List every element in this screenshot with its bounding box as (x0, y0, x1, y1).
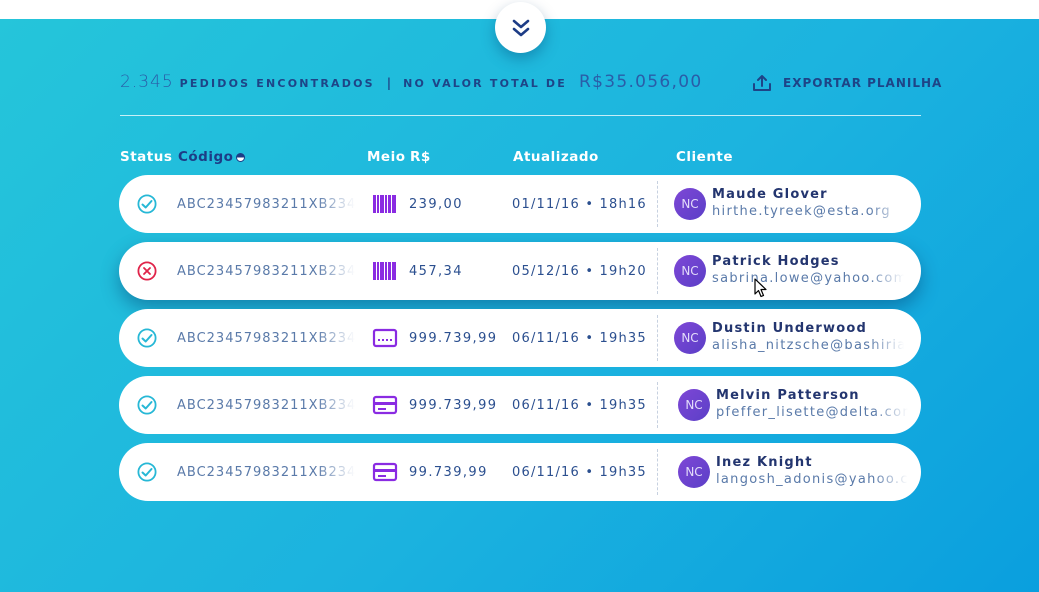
order-amount: 99.739,99 (409, 465, 488, 480)
table-row[interactable]: ABC23457983211XB234 999.739,99 06/11/16 • … (119, 376, 921, 434)
avatar: NC (674, 255, 706, 287)
order-code: ABC23457983211XB234 (177, 331, 355, 346)
check-circle-icon (137, 194, 157, 214)
table-row[interactable]: ABC23457983211XB234 239,00 01/11/16 • 18h1… (119, 175, 921, 233)
sort-indicator-icon (236, 152, 246, 162)
export-spreadsheet-button[interactable]: EXPORTAR PLANILHA (752, 74, 942, 92)
barcode-icon (372, 259, 398, 283)
client-email: langosh_adonis@yahoo.com (716, 472, 908, 487)
export-label: EXPORTAR PLANILHA (783, 76, 943, 90)
order-updated: 05/12/16 • 19h20 (512, 264, 647, 279)
total-value-label: NO VALOR TOTAL DE (403, 77, 567, 90)
check-circle-icon (137, 328, 157, 348)
summary-divider (120, 115, 921, 116)
credit-card-icon (372, 393, 398, 417)
page-background (0, 19, 1039, 592)
table-row[interactable]: ABC23457983211XB234 99.739,99 06/11/16 • 1… (119, 443, 921, 501)
orders-count: 2.345 (120, 72, 174, 92)
order-amount: 239,00 (409, 197, 463, 212)
order-amount: 999.739,99 (409, 398, 498, 413)
row-divider (657, 181, 658, 227)
header-code-label: Código (178, 149, 234, 165)
order-updated: 01/11/16 • 18h16 (512, 197, 647, 212)
row-divider (657, 315, 658, 361)
client-name: Patrick Hodges (712, 254, 840, 269)
client-email: alisha_nitzsche@bashirian.com (712, 338, 904, 353)
summary-separator: | (386, 76, 392, 90)
credit-card-icon (372, 460, 398, 484)
client-email: pfeffer_lisette@delta.com (716, 405, 908, 420)
order-code: ABC23457983211XB234 (177, 465, 355, 480)
barcode-icon (372, 192, 398, 216)
client-name: Dustin Underwood (712, 321, 867, 336)
orders-found-label: PEDIDOS ENCONTRADOS (179, 77, 375, 90)
header-code[interactable]: Código (178, 149, 246, 165)
table-row[interactable]: ABC23457983211XB234 999.739,99 06/11/16 • … (119, 309, 921, 367)
client-name: Maude Glover (712, 187, 828, 202)
order-amount: 999.739,99 (409, 331, 498, 346)
total-value: R$35.056,00 (578, 72, 703, 92)
double-chevron-down-icon (512, 19, 529, 36)
order-updated: 06/11/16 • 19h35 (512, 331, 647, 346)
orders-summary: 2.345 PEDIDOS ENCONTRADOS | NO VALOR TOT… (120, 72, 702, 96)
check-circle-icon (137, 395, 157, 415)
row-divider (657, 248, 658, 294)
client-email: sabrina.lowe@yahoo.com (712, 271, 904, 286)
check-circle-icon (137, 462, 157, 482)
debit-card-icon (372, 326, 398, 350)
avatar: NC (674, 188, 706, 220)
header-updated[interactable]: Atualizado (513, 149, 599, 165)
order-code: ABC23457983211XB234 (177, 197, 355, 212)
order-amount: 457,34 (409, 264, 463, 279)
client-name: Inez Knight (716, 455, 813, 470)
table-header: Status Código Meio R$ Atualizado Cliente (0, 149, 1039, 167)
upload-icon (752, 74, 772, 92)
table-row[interactable]: ABC23457983211XB234 457,34 05/12/16 • 19h2… (119, 242, 921, 300)
header-client[interactable]: Cliente (676, 149, 733, 165)
client-email: hirthe.tyreek@esta.org (712, 204, 891, 219)
row-divider (657, 449, 658, 495)
header-payment[interactable]: Meio (367, 149, 406, 165)
header-status[interactable]: Status (120, 149, 172, 165)
order-code: ABC23457983211XB234 (177, 398, 355, 413)
avatar: NC (674, 322, 706, 354)
avatar: NC (678, 456, 710, 488)
client-name: Melvin Patterson (716, 388, 860, 403)
order-updated: 06/11/16 • 19h35 (512, 465, 647, 480)
order-code: ABC23457983211XB234 (177, 264, 355, 279)
collapse-button[interactable] (495, 2, 546, 53)
error-circle-icon (137, 261, 157, 281)
header-amount[interactable]: R$ (410, 149, 431, 165)
avatar: NC (678, 389, 710, 421)
order-updated: 06/11/16 • 19h35 (512, 398, 647, 413)
row-divider (657, 382, 658, 428)
